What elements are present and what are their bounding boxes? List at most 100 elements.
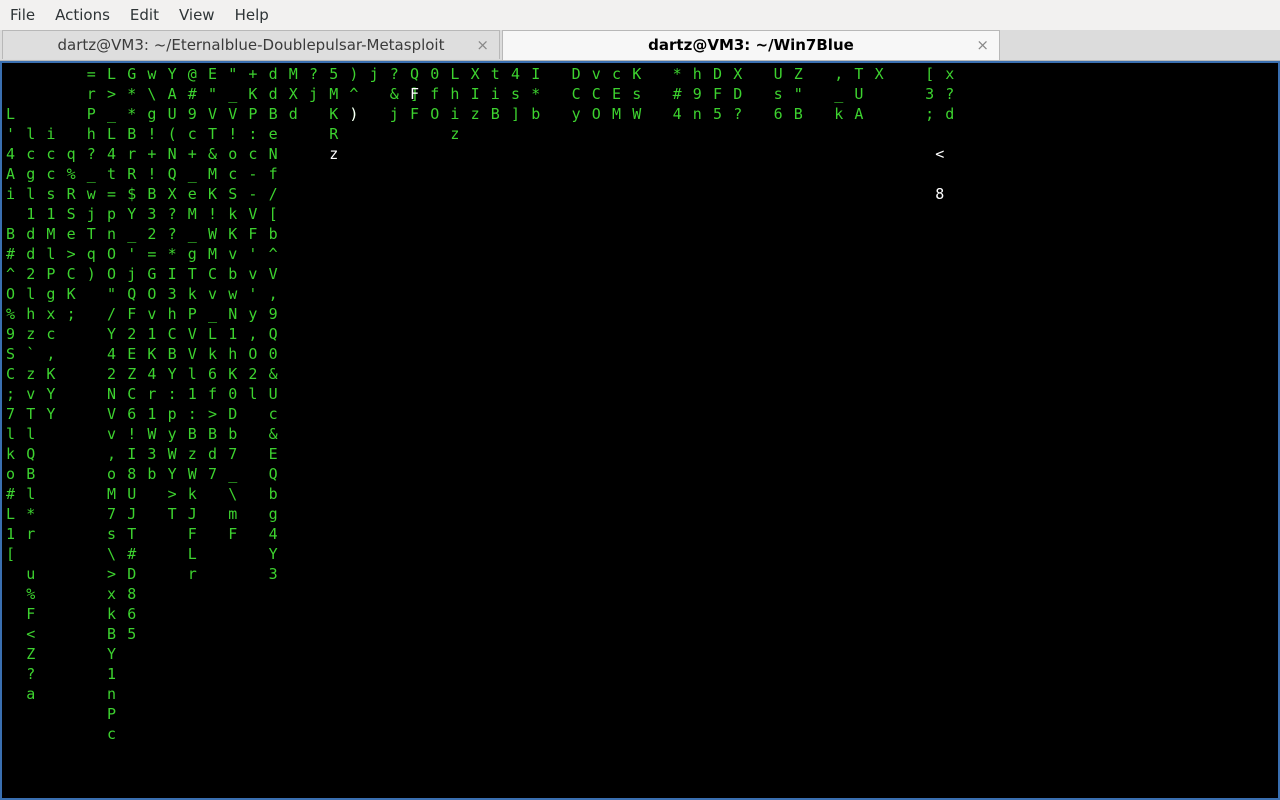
rain-glyph: C	[592, 85, 601, 103]
tab-eternalblue[interactable]: dartz@VM3: ~/Eternalblue-Doublepulsar-Me…	[2, 30, 500, 59]
rain-glyph: 8	[935, 185, 944, 203]
rain-glyph: 3	[168, 285, 177, 303]
rain-glyph: C	[208, 265, 217, 283]
rain-glyph: c	[46, 165, 55, 183]
menu-edit[interactable]: Edit	[120, 0, 169, 30]
rain-glyph: _	[87, 165, 97, 183]
rain-glyph: C	[572, 85, 581, 103]
rain-glyph: &	[269, 425, 278, 443]
rain-glyph: 1	[26, 205, 35, 223]
rain-glyph: 3	[147, 205, 156, 223]
rain-glyph: i	[6, 185, 15, 203]
rain-glyph: h	[168, 305, 177, 323]
rain-glyph: Z	[794, 65, 803, 83]
rain-glyph: _	[228, 85, 238, 103]
rain-glyph: [	[925, 65, 934, 83]
rain-glyph: ;	[67, 305, 76, 323]
rain-glyph: e	[188, 185, 197, 203]
rain-glyph: z	[188, 445, 197, 463]
rain-glyph: d	[269, 85, 278, 103]
rain-glyph: O	[107, 245, 116, 263]
rain-glyph: %	[26, 585, 35, 603]
rain-glyph: 3	[147, 445, 156, 463]
rain-glyph: T	[26, 405, 35, 423]
rain-glyph: \	[228, 485, 237, 503]
rain-glyph: K	[46, 365, 55, 383]
rain-glyph: L	[6, 505, 15, 523]
rain-glyph: B	[168, 345, 177, 363]
terminal-view[interactable]: L ' 4 Ai B # ^ O% 9 S C; 7 l k o # L 1[l c g l 1 d d 2 l h z ` z v Tl Q B…	[0, 61, 1280, 800]
menu-actions[interactable]: Actions	[45, 0, 120, 30]
rain-glyph: >	[107, 565, 116, 583]
rain-glyph: E	[208, 65, 217, 83]
rain-glyph: L	[107, 125, 116, 143]
rain-glyph: d	[208, 445, 217, 463]
rain-glyph: V	[208, 105, 217, 123]
rain-glyph: ;	[6, 385, 15, 403]
rain-glyph: X	[733, 65, 742, 83]
rain-glyph: X	[471, 65, 480, 83]
rain-glyph: V	[228, 105, 237, 123]
rain-glyph: G	[127, 65, 136, 83]
rain-glyph: &	[390, 85, 399, 103]
rain-glyph: U	[854, 85, 863, 103]
rain-glyph: m	[228, 505, 237, 523]
rain-glyph: h	[450, 85, 459, 103]
rain-glyph: 2	[248, 365, 257, 383]
rain-glyph: n	[107, 685, 116, 703]
close-icon[interactable]: ×	[976, 31, 989, 60]
rain-glyph: 2	[127, 325, 136, 343]
rain-glyph: l	[188, 365, 197, 383]
rain-glyph: k	[188, 485, 197, 503]
rain-glyph: P	[248, 105, 257, 123]
rain-glyph: 7	[208, 465, 217, 483]
menu-file[interactable]: File	[0, 0, 45, 30]
rain-glyph: ?	[168, 205, 177, 223]
rain-glyph: "	[794, 85, 803, 103]
rain-glyph: z	[26, 365, 35, 383]
rain-glyph: !	[228, 125, 237, 143]
rain-glyph: `	[26, 345, 35, 363]
rain-glyph: :	[248, 125, 257, 143]
rain-glyph: f	[430, 85, 439, 103]
rain-glyph: x	[46, 305, 55, 323]
rain-glyph: l	[26, 485, 35, 503]
menu-help[interactable]: Help	[225, 0, 279, 30]
rain-glyph: ]	[511, 105, 520, 123]
rain-glyph: Z	[26, 645, 35, 663]
tab-win7blue[interactable]: dartz@VM3: ~/Win7Blue ×	[502, 30, 1000, 60]
rain-glyph: Y	[269, 545, 278, 563]
rain-glyph: !	[127, 425, 136, 443]
rain-glyph: (	[168, 125, 177, 143]
rain-glyph: O	[147, 285, 156, 303]
rain-glyph: g	[147, 105, 156, 123]
rain-glyph: ?	[390, 65, 399, 83]
rain-glyph: Q	[269, 465, 278, 483]
rain-glyph: c	[46, 145, 55, 163]
rain-glyph: =	[107, 185, 116, 203]
rain-glyph: F	[410, 85, 419, 103]
menu-view[interactable]: View	[169, 0, 225, 30]
rain-glyph: L	[450, 65, 459, 83]
rain-glyph: l	[26, 125, 35, 143]
rain-glyph: Y	[168, 465, 177, 483]
rain-glyph: S	[228, 185, 237, 203]
rain-glyph: 6	[208, 365, 217, 383]
rain-glyph: 4	[147, 365, 156, 383]
rain-glyph: #	[188, 85, 197, 103]
rain-glyph: <	[935, 145, 944, 163]
rain-glyph: Y	[107, 325, 116, 343]
rain-glyph: A	[6, 165, 15, 183]
rain-glyph: j	[309, 85, 318, 103]
rain-glyph: n	[107, 225, 116, 243]
rain-glyph: -	[248, 185, 257, 203]
rain-glyph: k	[6, 445, 15, 463]
rain-glyph: h	[26, 305, 35, 323]
close-icon[interactable]: ×	[476, 31, 489, 60]
rain-glyph: >	[208, 405, 217, 423]
rain-glyph: 4	[107, 345, 116, 363]
rain-glyph: z	[450, 125, 459, 143]
rain-glyph: /	[107, 305, 116, 323]
rain-glyph: ,	[107, 445, 116, 463]
rain-glyph: u	[26, 565, 35, 583]
